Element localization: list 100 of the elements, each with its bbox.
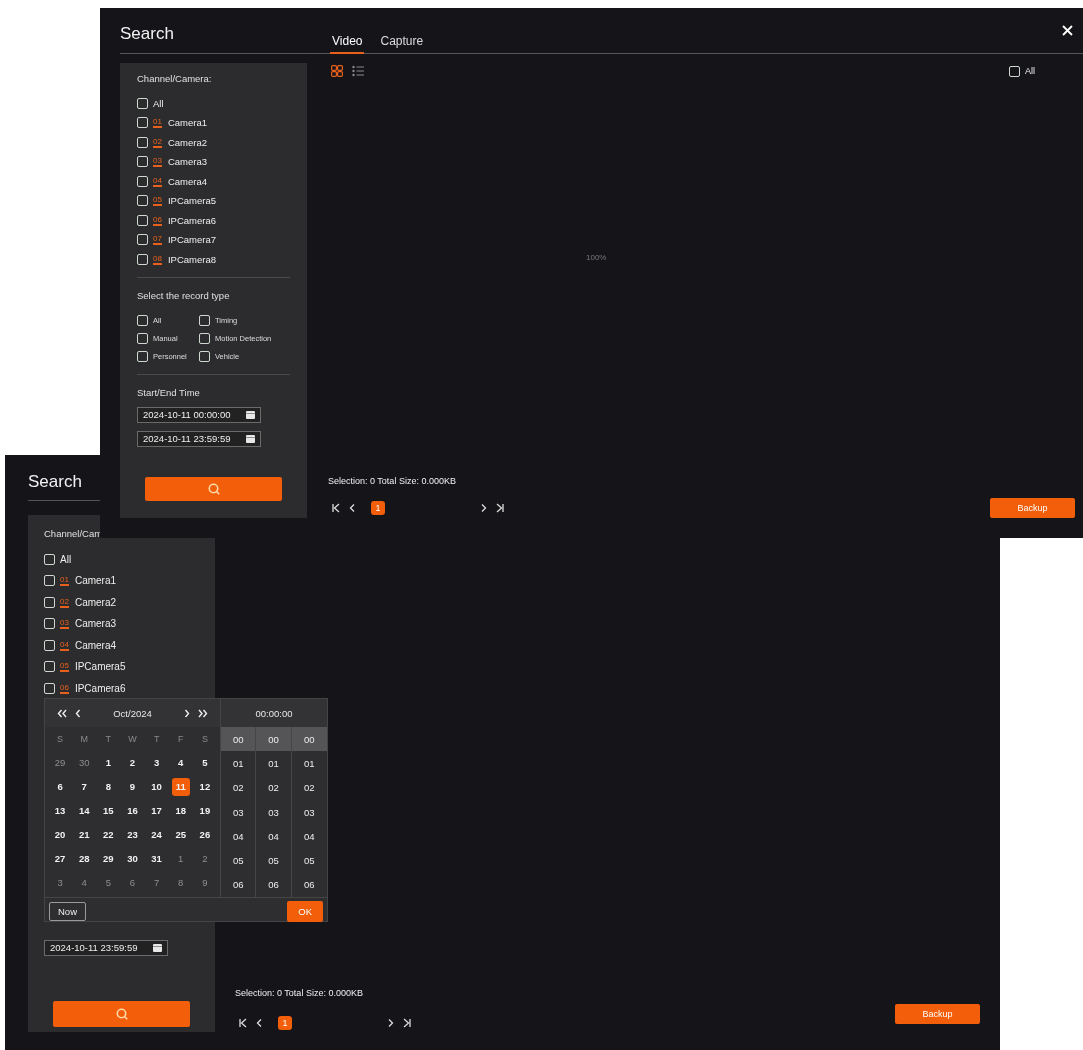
- checkbox[interactable]: [137, 117, 148, 129]
- time-option[interactable]: 03: [256, 799, 291, 825]
- time-option[interactable]: 05: [221, 848, 256, 873]
- calendar-day[interactable]: 29: [51, 754, 70, 772]
- time-option[interactable]: 00: [291, 727, 327, 752]
- date-field[interactable]: 2024-10-11 23:59:59: [137, 430, 261, 447]
- calendar-day[interactable]: 30: [123, 850, 142, 868]
- calendar-day[interactable]: 1: [99, 754, 118, 772]
- last-page-icon[interactable]: [495, 503, 505, 513]
- time-option[interactable]: 06: [291, 872, 327, 898]
- time-option[interactable]: 02: [291, 775, 327, 800]
- time-option[interactable]: 06: [221, 872, 256, 898]
- calendar-day[interactable]: 22: [99, 826, 118, 844]
- time-option[interactable]: 04: [291, 824, 327, 849]
- calendar-day[interactable]: 25: [171, 826, 190, 844]
- calendar-day[interactable]: 8: [171, 874, 190, 892]
- calendar-day[interactable]: 17: [147, 802, 166, 820]
- calendar-day[interactable]: 12: [195, 778, 214, 796]
- chevron-right-icon[interactable]: [184, 708, 190, 718]
- last-page-icon[interactable]: [402, 1018, 412, 1028]
- calendar-day[interactable]: 16: [123, 802, 142, 820]
- checkbox[interactable]: [137, 97, 148, 109]
- calendar-day[interactable]: 19: [195, 802, 214, 820]
- calendar-day[interactable]: 27: [51, 850, 70, 868]
- search-button[interactable]: [145, 476, 282, 501]
- checkbox[interactable]: [44, 596, 55, 608]
- time-option[interactable]: 01: [221, 751, 256, 776]
- checkbox[interactable]: [44, 575, 55, 587]
- time-option[interactable]: 04: [221, 824, 256, 849]
- calendar-day[interactable]: 31: [147, 850, 166, 868]
- calendar-day[interactable]: 9: [123, 778, 142, 796]
- double-chevron-right-icon[interactable]: [198, 708, 208, 718]
- calendar-day[interactable]: 18: [171, 802, 190, 820]
- checkbox[interactable]: [199, 314, 210, 326]
- now-button[interactable]: Now: [49, 902, 86, 922]
- calendar-day[interactable]: 26: [195, 826, 214, 844]
- close-icon[interactable]: [1062, 25, 1073, 36]
- list-view-icon[interactable]: [352, 65, 364, 77]
- time-option[interactable]: 00: [221, 727, 256, 752]
- calendar-day[interactable]: 20: [51, 826, 70, 844]
- search-button[interactable]: [53, 1000, 190, 1027]
- calendar-day[interactable]: 15: [99, 802, 118, 820]
- time-option[interactable]: 05: [256, 848, 291, 873]
- time-option[interactable]: 02: [256, 775, 291, 800]
- calendar-day[interactable]: 8: [99, 778, 118, 796]
- checkbox[interactable]: [137, 332, 148, 344]
- calendar-day[interactable]: 3: [51, 874, 70, 892]
- first-page-icon[interactable]: [331, 503, 341, 513]
- checkbox[interactable]: [137, 234, 148, 246]
- date-field[interactable]: 2024-10-11 00:00:00: [137, 406, 261, 423]
- time-option[interactable]: 06: [256, 872, 291, 898]
- checkbox[interactable]: [199, 332, 210, 344]
- calendar-day[interactable]: 23: [123, 826, 142, 844]
- calendar-day[interactable]: 24: [147, 826, 166, 844]
- next-page-icon[interactable]: [480, 503, 488, 513]
- calendar-day[interactable]: 21: [75, 826, 94, 844]
- checkbox[interactable]: [137, 136, 148, 148]
- calendar-day[interactable]: 2: [195, 850, 214, 868]
- checkbox[interactable]: [44, 553, 55, 565]
- previous-page-icon[interactable]: [348, 503, 356, 513]
- checkbox[interactable]: [44, 682, 55, 694]
- time-option[interactable]: 01: [291, 751, 327, 776]
- calendar-day[interactable]: 10: [147, 778, 166, 796]
- calendar-day[interactable]: 7: [147, 874, 166, 892]
- checkbox[interactable]: [137, 175, 148, 187]
- calendar-day[interactable]: 29: [99, 850, 118, 868]
- calendar-day[interactable]: 30: [75, 754, 94, 772]
- double-chevron-left-icon[interactable]: [57, 708, 67, 718]
- calendar-day[interactable]: 7: [75, 778, 94, 796]
- time-option[interactable]: 05: [291, 848, 327, 873]
- next-page-icon[interactable]: [387, 1018, 395, 1028]
- calendar-day[interactable]: 5: [195, 754, 214, 772]
- calendar-day[interactable]: 9: [195, 874, 214, 892]
- previous-page-icon[interactable]: [255, 1018, 263, 1028]
- checkbox[interactable]: [137, 214, 148, 226]
- checkbox[interactable]: [199, 350, 210, 362]
- time-option[interactable]: 01: [256, 751, 291, 776]
- time-option[interactable]: 00: [256, 727, 291, 752]
- calendar-day[interactable]: 13: [51, 802, 70, 820]
- calendar-day[interactable]: 5: [99, 874, 118, 892]
- checkbox[interactable]: [137, 195, 148, 207]
- grid-view-icon[interactable]: [331, 65, 343, 77]
- checkbox[interactable]: [44, 639, 55, 651]
- time-option[interactable]: 04: [256, 824, 291, 849]
- tab[interactable]: Capture: [378, 34, 426, 54]
- calendar-day[interactable]: 4: [171, 754, 190, 772]
- checkbox[interactable]: [137, 253, 148, 265]
- calendar-day[interactable]: 1: [171, 850, 190, 868]
- tab[interactable]: Video: [330, 34, 365, 54]
- calendar-day[interactable]: 14: [75, 802, 94, 820]
- first-page-icon[interactable]: [238, 1018, 248, 1028]
- calendar-day[interactable]: 2: [123, 754, 142, 772]
- date-field[interactable]: 2024-10-11 23:59:59: [44, 939, 168, 956]
- checkbox[interactable]: [137, 156, 148, 168]
- checkbox[interactable]: [137, 314, 148, 326]
- checkbox[interactable]: [44, 661, 55, 673]
- calendar-day[interactable]: 3: [147, 754, 166, 772]
- chevron-left-icon[interactable]: [75, 708, 81, 718]
- checkbox[interactable]: [137, 350, 148, 362]
- calendar-day[interactable]: 4: [75, 874, 94, 892]
